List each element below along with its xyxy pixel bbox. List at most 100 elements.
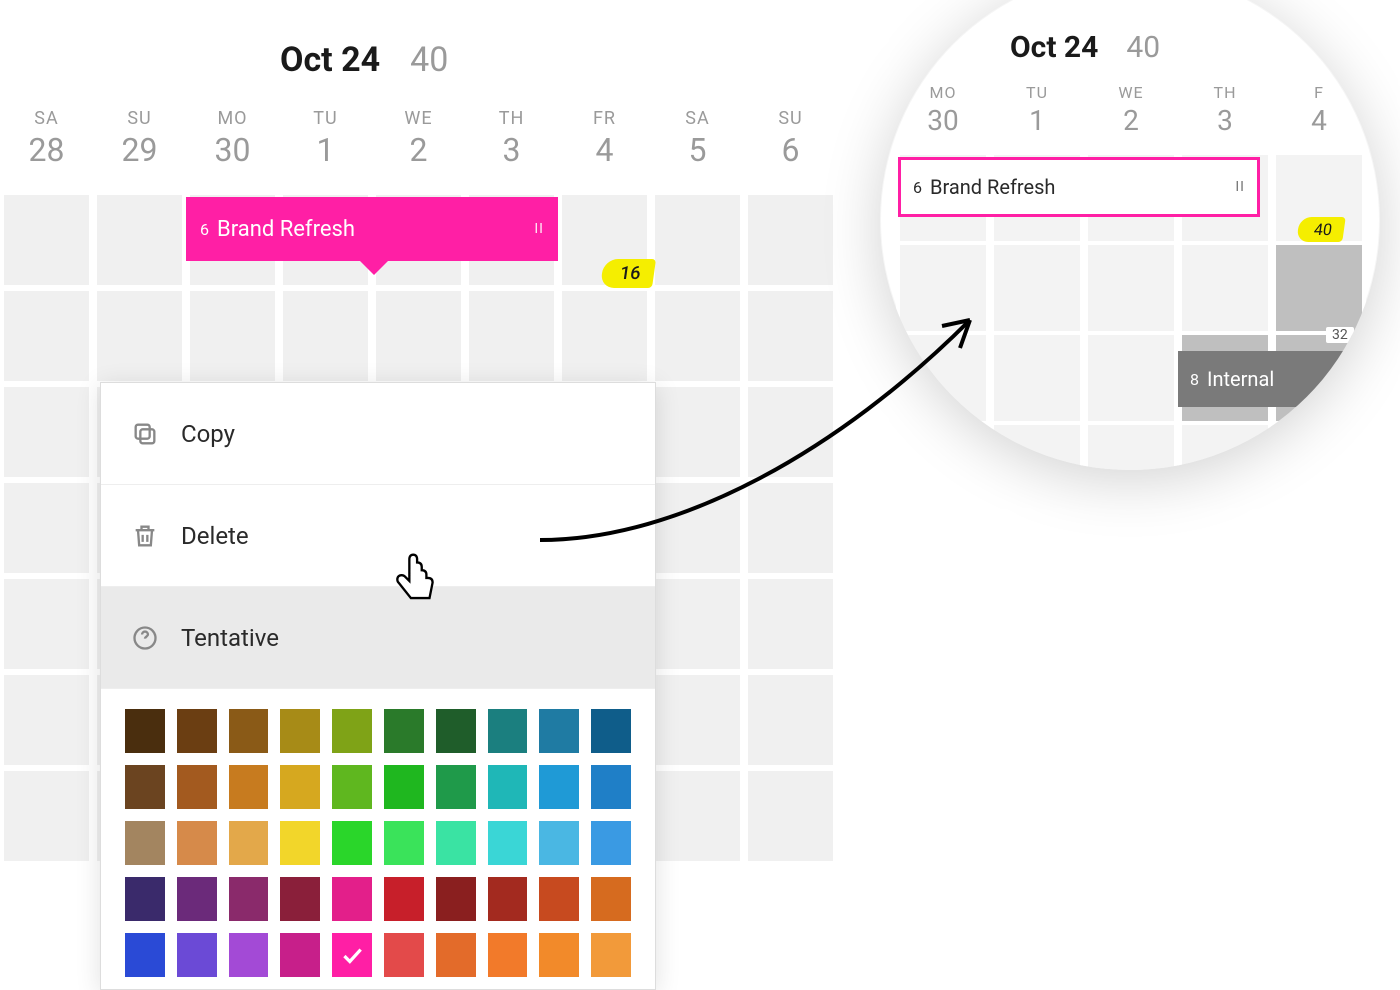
day-header[interactable]: WE2	[372, 108, 465, 169]
menu-item-copy[interactable]: Copy	[101, 383, 655, 485]
color-swatch[interactable]	[125, 933, 165, 977]
color-swatch[interactable]	[488, 709, 528, 753]
day-header[interactable]: TH3	[465, 108, 558, 169]
calendar-cell[interactable]	[465, 285, 558, 381]
color-swatch[interactable]	[539, 709, 579, 753]
color-swatch[interactable]	[229, 933, 269, 977]
calendar-cell[interactable]	[0, 477, 93, 573]
color-swatch[interactable]	[384, 821, 424, 865]
mag-calendar-cell[interactable]	[896, 331, 990, 421]
color-swatch[interactable]	[125, 821, 165, 865]
color-swatch[interactable]	[488, 877, 528, 921]
calendar-cell[interactable]	[744, 669, 837, 765]
calendar-cell[interactable]	[744, 285, 837, 381]
menu-item-delete[interactable]: Delete	[101, 485, 655, 587]
color-swatch[interactable]	[332, 877, 372, 921]
drag-handle-icon[interactable]: II	[534, 221, 544, 237]
color-swatch[interactable]	[125, 765, 165, 809]
color-swatch[interactable]	[280, 821, 320, 865]
color-swatch[interactable]	[384, 765, 424, 809]
calendar-cell[interactable]	[0, 669, 93, 765]
color-swatch[interactable]	[280, 765, 320, 809]
color-swatch[interactable]	[177, 765, 217, 809]
calendar-cell[interactable]	[651, 573, 744, 669]
color-swatch[interactable]	[591, 709, 631, 753]
color-swatch[interactable]	[384, 709, 424, 753]
mag-calendar-cell[interactable]	[896, 421, 990, 470]
color-swatch[interactable]	[332, 765, 372, 809]
calendar-cell[interactable]	[558, 285, 651, 381]
color-swatch[interactable]	[280, 709, 320, 753]
color-swatch[interactable]	[436, 933, 476, 977]
calendar-cell[interactable]	[744, 189, 837, 285]
mag-calendar-cell[interactable]	[1178, 241, 1272, 331]
mag-day-header[interactable]: TH3	[1178, 83, 1272, 137]
color-swatch[interactable]	[436, 765, 476, 809]
color-swatch[interactable]	[539, 933, 579, 977]
mag-calendar-cell[interactable]	[896, 241, 990, 331]
calendar-cell[interactable]	[372, 285, 465, 381]
calendar-cell[interactable]	[0, 381, 93, 477]
mag-calendar-cell[interactable]	[1178, 421, 1272, 470]
day-header[interactable]: SA28	[0, 108, 93, 169]
calendar-cell[interactable]	[186, 285, 279, 381]
calendar-cell[interactable]	[651, 381, 744, 477]
calendar-cell[interactable]	[0, 285, 93, 381]
color-swatch[interactable]	[177, 933, 217, 977]
mag-calendar-cell[interactable]	[990, 421, 1084, 470]
color-swatch[interactable]	[229, 709, 269, 753]
calendar-cell[interactable]	[651, 189, 744, 285]
color-swatch[interactable]	[591, 765, 631, 809]
color-swatch[interactable]	[229, 877, 269, 921]
mag-event-brand-refresh[interactable]: 6 Brand Refresh II	[898, 157, 1260, 217]
color-swatch[interactable]	[332, 821, 372, 865]
mag-calendar-cell[interactable]	[1272, 241, 1366, 331]
color-swatch[interactable]	[436, 821, 476, 865]
color-swatch[interactable]	[591, 821, 631, 865]
day-header[interactable]: TU1	[279, 108, 372, 169]
mag-day-header[interactable]: WE2	[1084, 83, 1178, 137]
color-swatch[interactable]	[177, 821, 217, 865]
calendar-cell[interactable]	[93, 189, 186, 285]
day-header[interactable]: SU6	[744, 108, 837, 169]
color-swatch[interactable]	[384, 933, 424, 977]
color-swatch[interactable]	[280, 933, 320, 977]
calendar-cell[interactable]	[744, 477, 837, 573]
color-swatch[interactable]	[332, 933, 372, 977]
color-swatch[interactable]	[280, 877, 320, 921]
color-swatch[interactable]	[332, 709, 372, 753]
color-swatch[interactable]	[488, 765, 528, 809]
color-swatch[interactable]	[436, 877, 476, 921]
calendar-cell[interactable]	[279, 285, 372, 381]
color-swatch[interactable]	[177, 877, 217, 921]
mag-calendar-cell[interactable]	[990, 241, 1084, 331]
color-swatch[interactable]	[229, 821, 269, 865]
color-swatch[interactable]	[539, 765, 579, 809]
day-header[interactable]: SU29	[93, 108, 186, 169]
color-swatch[interactable]	[591, 877, 631, 921]
color-swatch[interactable]	[177, 709, 217, 753]
mag-calendar-cell[interactable]	[1084, 421, 1178, 470]
event-brand-refresh[interactable]: 6 Brand Refresh II	[186, 197, 558, 261]
color-swatch[interactable]	[384, 877, 424, 921]
mag-calendar-cell[interactable]	[990, 331, 1084, 421]
calendar-cell[interactable]	[0, 573, 93, 669]
calendar-cell[interactable]	[744, 765, 837, 861]
color-swatch[interactable]	[539, 877, 579, 921]
calendar-cell[interactable]	[93, 285, 186, 381]
mag-calendar-cell[interactable]	[1272, 421, 1366, 470]
calendar-cell[interactable]	[651, 285, 744, 381]
menu-item-tentative[interactable]: Tentative	[101, 587, 655, 689]
color-swatch[interactable]	[436, 709, 476, 753]
color-swatch[interactable]	[488, 933, 528, 977]
color-swatch[interactable]	[125, 709, 165, 753]
day-header[interactable]: SA5	[651, 108, 744, 169]
mag-day-header[interactable]: TU1	[990, 83, 1084, 137]
calendar-cell[interactable]	[651, 669, 744, 765]
calendar-cell[interactable]	[651, 477, 744, 573]
color-swatch[interactable]	[591, 933, 631, 977]
calendar-cell[interactable]	[744, 381, 837, 477]
mag-calendar-cell[interactable]	[1084, 331, 1178, 421]
mag-event-internal[interactable]: 8 Internal	[1178, 351, 1366, 407]
day-header[interactable]: FR4	[558, 108, 651, 169]
